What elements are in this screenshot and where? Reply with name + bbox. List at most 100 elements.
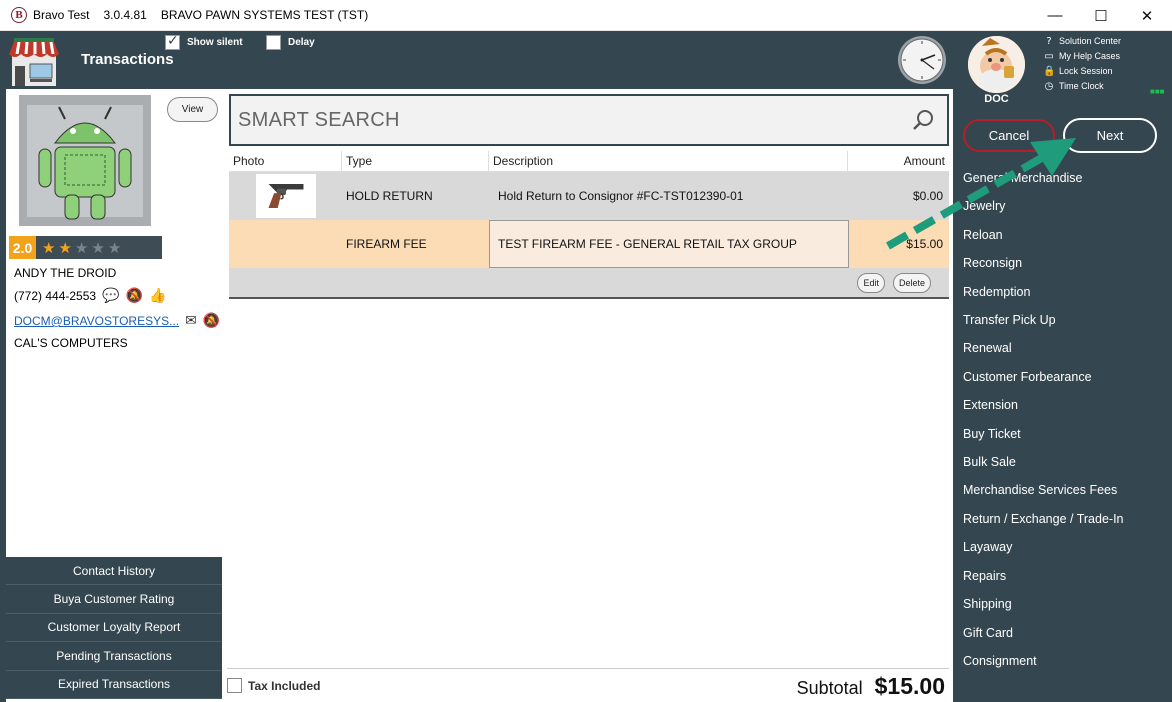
lock-session-link[interactable]: 🔒 Lock Session bbox=[1043, 64, 1121, 79]
customer-email-row: DOCM@BRAVOSTORESYS... ✉ 🔕 bbox=[14, 313, 220, 329]
row-photo-cell bbox=[229, 172, 342, 220]
maximize-button[interactable]: ☐ bbox=[1078, 0, 1124, 31]
subtotal-label: Subtotal bbox=[796, 678, 863, 698]
time-clock-link[interactable]: ◷ Time Clock bbox=[1043, 79, 1121, 94]
pending-transactions-button[interactable]: Pending Transactions bbox=[6, 642, 222, 671]
txn-type-item[interactable]: Repairs bbox=[963, 562, 1124, 590]
table-row[interactable]: HOLD RETURN Hold Return to Consignor #FC… bbox=[229, 172, 949, 220]
show-silent-checkbox[interactable] bbox=[165, 33, 180, 50]
envelope-icon[interactable]: ✉ bbox=[185, 313, 197, 329]
txn-type-item[interactable]: Renewal bbox=[963, 334, 1124, 362]
txn-type-item[interactable]: Layaway bbox=[963, 533, 1124, 561]
grid-header: Photo Type Description Amount bbox=[229, 151, 949, 172]
txn-type-item[interactable]: Customer Forbearance bbox=[963, 363, 1124, 391]
txn-type-item[interactable]: Transfer Pick Up bbox=[963, 306, 1124, 334]
app-logo-icon: B bbox=[11, 7, 27, 23]
page-title: Transactions bbox=[81, 51, 174, 68]
delay-checkbox[interactable] bbox=[266, 35, 281, 50]
row-type: HOLD RETURN bbox=[346, 189, 433, 203]
store-icon bbox=[9, 38, 59, 86]
tax-included-toggle[interactable]: Tax Included bbox=[227, 678, 320, 693]
company-name: BRAVO PAWN SYSTEMS TEST (TST) bbox=[160, 8, 369, 22]
table-row-selected[interactable]: FIREARM FEE TEST FIREARM FEE - GENERAL R… bbox=[229, 220, 949, 268]
customer-photo[interactable] bbox=[19, 95, 151, 226]
customer-actions: Contact History Buya Customer Rating Cus… bbox=[6, 557, 222, 699]
customer-rating: 2.0 ★★★★★ bbox=[9, 236, 162, 259]
tax-included-checkbox[interactable] bbox=[227, 678, 242, 693]
star-icon: ★ bbox=[42, 238, 59, 257]
transaction-grid: Photo Type Description Amount HOLD RETUR… bbox=[229, 151, 949, 299]
customer-email[interactable]: DOCM@BRAVOSTORESYS... bbox=[14, 314, 179, 328]
solution-center-link[interactable]: ? Solution Center bbox=[1043, 34, 1121, 49]
clock-icon[interactable] bbox=[897, 35, 947, 85]
customer-phone-row: (772) 444-2553 💬 🔕 👍 bbox=[14, 288, 166, 304]
subtotal-amount: $15.00 bbox=[874, 673, 945, 699]
search-input[interactable]: SMART SEARCH bbox=[238, 109, 400, 132]
show-silent-label: Show silent bbox=[187, 37, 243, 48]
status-indicator: ■■■ bbox=[1150, 87, 1165, 96]
close-button[interactable]: ✕ bbox=[1124, 0, 1170, 31]
app-name: Bravo Test bbox=[33, 8, 90, 22]
user-name: DOC bbox=[984, 93, 1009, 105]
question-icon: ? bbox=[1046, 36, 1052, 47]
tax-included-label: Tax Included bbox=[248, 678, 321, 693]
star-icon: ★ bbox=[74, 238, 92, 257]
rating-score: 2.0 bbox=[9, 236, 36, 259]
row-description[interactable]: TEST FIREARM FEE - GENERAL RETAIL TAX GR… bbox=[489, 220, 849, 268]
rating-stars: ★★★★★ bbox=[42, 239, 124, 257]
thumbs-up-icon[interactable]: 👍 bbox=[149, 288, 166, 304]
no-call-icon[interactable]: 🔕 bbox=[126, 288, 143, 304]
txn-type-item[interactable]: Merchandise Services Fees bbox=[963, 476, 1124, 504]
no-email-icon[interactable]: 🔕 bbox=[203, 313, 220, 329]
txn-type-item[interactable]: Consignment bbox=[963, 647, 1124, 675]
clock-small-icon: ◷ bbox=[1044, 81, 1054, 92]
txn-type-item[interactable]: Buy Ticket bbox=[963, 420, 1124, 448]
dwarf-avatar-icon bbox=[968, 36, 1025, 93]
app-version: 3.0.4.81 bbox=[103, 8, 147, 22]
txn-type-item[interactable]: Bulk Sale bbox=[963, 448, 1124, 476]
transaction-area: SMART SEARCH Photo Type Description Amou… bbox=[227, 89, 953, 702]
row-photo-cell bbox=[229, 220, 342, 268]
annotation-arrow-icon bbox=[886, 138, 1076, 250]
delete-button[interactable]: Delete bbox=[892, 272, 931, 293]
txn-type-item[interactable]: Gift Card bbox=[963, 619, 1124, 647]
minimize-button[interactable]: — bbox=[1032, 0, 1078, 31]
view-customer-button[interactable]: View bbox=[167, 97, 218, 122]
star-icon: ★ bbox=[58, 238, 75, 257]
row-description: Hold Return to Consignor #FC-TST012390-0… bbox=[498, 189, 744, 203]
txn-type-item[interactable]: Extension bbox=[963, 391, 1124, 419]
star-icon: ★ bbox=[107, 238, 125, 257]
delay-label: Delay bbox=[288, 37, 315, 48]
item-photo bbox=[256, 174, 316, 218]
smart-search-box[interactable]: SMART SEARCH bbox=[229, 94, 949, 146]
delay-toggle[interactable]: Delay bbox=[266, 35, 315, 50]
star-icon: ★ bbox=[91, 238, 108, 257]
col-description: Description bbox=[489, 151, 848, 171]
my-help-cases-link[interactable]: ▭ My Help Cases bbox=[1043, 49, 1121, 64]
row-actions: Edit Delete bbox=[229, 268, 949, 299]
customer-name: ANDY THE DROID bbox=[14, 266, 117, 280]
user-avatar[interactable] bbox=[968, 36, 1025, 93]
row-type: FIREARM FEE bbox=[346, 237, 427, 251]
edit-button[interactable]: Edit bbox=[857, 272, 885, 293]
search-icon[interactable] bbox=[911, 108, 935, 132]
help-links: ? Solution Center ▭ My Help Cases 🔒 Lock Se… bbox=[1043, 34, 1121, 94]
show-silent-toggle[interactable]: Show silent bbox=[165, 33, 243, 50]
txn-type-item[interactable]: Redemption bbox=[963, 278, 1124, 306]
col-type: Type bbox=[342, 151, 489, 171]
customer-panel: View 2.0 ★★★★★ ANDY THE DROID (772) 444-… bbox=[0, 89, 227, 702]
buya-rating-button[interactable]: Buya Customer Rating bbox=[6, 585, 222, 614]
txn-type-item[interactable]: Shipping bbox=[963, 590, 1124, 618]
customer-phone: (772) 444-2553 bbox=[14, 289, 97, 303]
revolver-icon bbox=[268, 184, 304, 208]
loyalty-report-button[interactable]: Customer Loyalty Report bbox=[6, 613, 222, 643]
col-photo: Photo bbox=[229, 151, 342, 171]
sms-icon[interactable]: 💬 bbox=[102, 288, 119, 304]
txn-type-item[interactable]: Return / Exchange / Trade-In bbox=[963, 505, 1124, 533]
footer-divider bbox=[227, 668, 949, 669]
lock-icon: 🔒 bbox=[1043, 66, 1056, 77]
title-bar: B Bravo Test 3.0.4.81 BRAVO PAWN SYSTEMS… bbox=[0, 0, 1172, 31]
expired-transactions-button[interactable]: Expired Transactions bbox=[6, 670, 222, 699]
contact-history-button[interactable]: Contact History bbox=[6, 557, 222, 586]
folder-icon: ▭ bbox=[1044, 51, 1054, 62]
